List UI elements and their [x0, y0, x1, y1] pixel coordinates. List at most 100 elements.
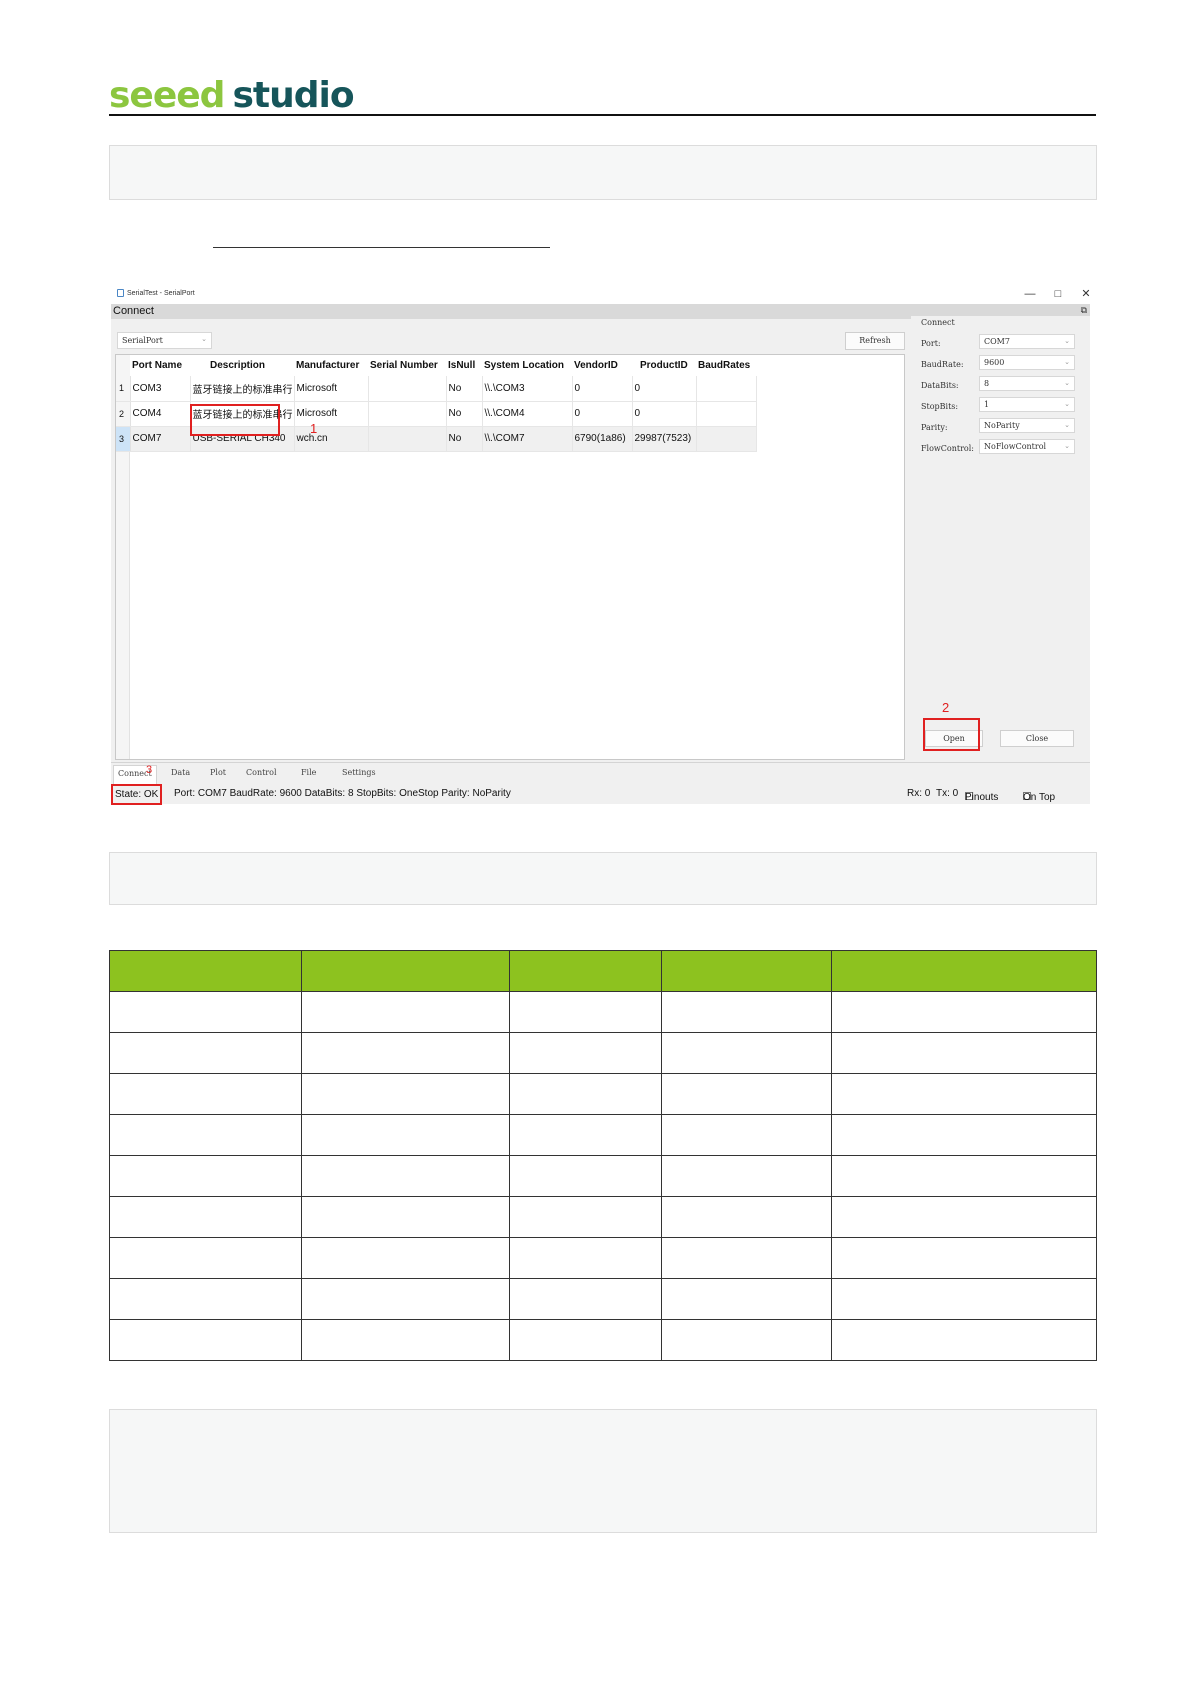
flowcontrol-label: FlowControl: — [921, 444, 974, 453]
serial-type-select[interactable]: SerialPort ⌄ — [117, 332, 212, 349]
cell-baud-rates — [696, 426, 757, 452]
serialtest-app-window: SerialTest - SerialPort — □ ✕ Connect ⧉ … — [111, 284, 1091, 805]
spec-table — [109, 950, 1097, 1361]
column-header[interactable]: Manufacturer — [294, 355, 368, 376]
flowcontrol-select[interactable]: NoFlowControl ⌄ — [979, 439, 1075, 454]
cell-product-id: 0 — [632, 401, 697, 427]
table-header-cell — [301, 950, 510, 992]
header-rule — [109, 114, 1096, 116]
chevron-down-icon: ⌄ — [201, 335, 207, 343]
annotation-number-3: 3 — [146, 764, 153, 776]
logo-text-seeed: seeed — [109, 75, 225, 116]
chevron-down-icon: ⌄ — [1064, 358, 1070, 366]
close-button[interactable]: Close — [1000, 730, 1074, 747]
maximize-icon[interactable]: □ — [1048, 287, 1068, 301]
tx-count: Tx: 0 — [936, 788, 959, 799]
cell-serial-number — [368, 376, 447, 402]
cell-serial-number — [368, 426, 447, 452]
baudrate-select[interactable]: 9600 ⌄ — [979, 355, 1075, 370]
dock-pin-icon[interactable]: ⧉ — [1081, 305, 1087, 316]
column-header[interactable]: ProductID — [632, 355, 696, 376]
table-row — [109, 1073, 1097, 1115]
code-block-3 — [109, 1409, 1097, 1533]
annotation-box-open — [923, 718, 980, 751]
close-window-icon[interactable]: ✕ — [1076, 287, 1096, 301]
app-icon — [117, 289, 124, 297]
annotation-number-2: 2 — [942, 700, 950, 715]
databits-label: DataBits: — [921, 381, 959, 390]
cell-system-location: \\.\COM4 — [482, 401, 573, 427]
parity-select[interactable]: NoParity ⌄ — [979, 418, 1075, 433]
row-number: 3 — [116, 426, 131, 452]
table-row — [109, 1319, 1097, 1361]
tab-settings[interactable]: Settings — [342, 768, 376, 777]
table-row[interactable]: 1 COM3 蓝牙链接上的标准串行 Microsoft No \\.\COM3 … — [116, 376, 757, 402]
cell-isnull: No — [446, 376, 483, 402]
cell-manufacturer: wch.cn — [294, 426, 369, 452]
column-header[interactable]: IsNull — [446, 355, 482, 376]
port-info-text: Port: COM7 BaudRate: 9600 DataBits: 8 St… — [174, 788, 511, 799]
connect-label: Connect — [113, 305, 154, 317]
table-row — [109, 1155, 1097, 1197]
chevron-down-icon: ⌄ — [1064, 400, 1070, 408]
app-titlebar: SerialTest - SerialPort — □ ✕ — [111, 284, 1091, 304]
annotation-number-1: 1 — [310, 421, 318, 436]
cell-port-name: COM3 — [130, 376, 191, 402]
table-row — [109, 1114, 1097, 1156]
window-title: SerialTest - SerialPort — [127, 289, 195, 297]
cell-manufacturer: Microsoft — [294, 401, 369, 427]
column-header[interactable]: VendorID — [572, 355, 632, 376]
table-row — [109, 1196, 1097, 1238]
port-select[interactable]: COM7 ⌄ — [979, 334, 1075, 349]
cell-serial-number — [368, 401, 447, 427]
column-header[interactable]: Port Name — [130, 355, 190, 376]
link-underline[interactable] — [213, 247, 550, 248]
column-header[interactable]: Serial Number — [368, 355, 446, 376]
table-row — [109, 991, 1097, 1033]
cell-isnull: No — [446, 426, 483, 452]
tab-bar: Connect 3 Data Plot Control File Setting… — [111, 762, 1090, 785]
annotation-box-description — [190, 404, 280, 436]
cell-product-id: 29987(7523) — [632, 426, 697, 452]
cell-description: 蓝牙链接上的标准串行 — [190, 376, 295, 402]
cell-manufacturer: Microsoft — [294, 376, 369, 402]
table-row — [109, 1237, 1097, 1279]
cell-system-location: \\.\COM3 — [482, 376, 573, 402]
databits-select[interactable]: 8 ⌄ — [979, 376, 1075, 391]
refresh-button[interactable]: Refresh — [845, 332, 905, 350]
baudrate-label: BaudRate: — [921, 360, 964, 369]
tab-file[interactable]: File — [301, 768, 316, 777]
row-number: 2 — [116, 401, 131, 427]
cell-isnull: No — [446, 401, 483, 427]
status-bar: State: OK Port: COM7 BaudRate: 9600 Data… — [111, 784, 1090, 805]
column-header[interactable]: Description — [190, 355, 294, 376]
column-header[interactable]: BaudRates — [696, 355, 756, 376]
table-header-cell — [509, 950, 662, 992]
column-header[interactable]: System Location — [482, 355, 572, 376]
chevron-down-icon: ⌄ — [1064, 421, 1070, 429]
chevron-down-icon: ⌄ — [1064, 379, 1070, 387]
table-header-cell — [661, 950, 832, 992]
seeed-studio-logo: seeed studio — [109, 74, 355, 116]
rx-count: Rx: 0 — [907, 788, 931, 799]
code-block-2 — [109, 852, 1097, 905]
minimize-icon[interactable]: — — [1020, 287, 1040, 301]
logo-text-studio: studio — [232, 75, 354, 116]
tab-plot[interactable]: Plot — [210, 768, 226, 777]
port-label: Port: — [921, 339, 941, 348]
row-number: 1 — [116, 376, 131, 402]
stopbits-select[interactable]: 1 ⌄ — [979, 397, 1075, 412]
chevron-down-icon: ⌄ — [1064, 337, 1070, 345]
settings-title: Connect — [921, 318, 955, 327]
cell-baud-rates — [696, 401, 757, 427]
code-block-1 — [109, 145, 1097, 200]
table-header-cell — [109, 950, 302, 992]
tab-control[interactable]: Control — [246, 768, 277, 777]
state-label: State: OK — [111, 784, 163, 805]
table-row — [109, 1032, 1097, 1074]
cell-vendor-id: 6790(1a86) — [572, 426, 633, 452]
cell-baud-rates — [696, 376, 757, 402]
table-header-cell — [831, 950, 1097, 992]
cell-port-name: COM7 — [130, 426, 191, 452]
tab-data[interactable]: Data — [171, 768, 190, 777]
